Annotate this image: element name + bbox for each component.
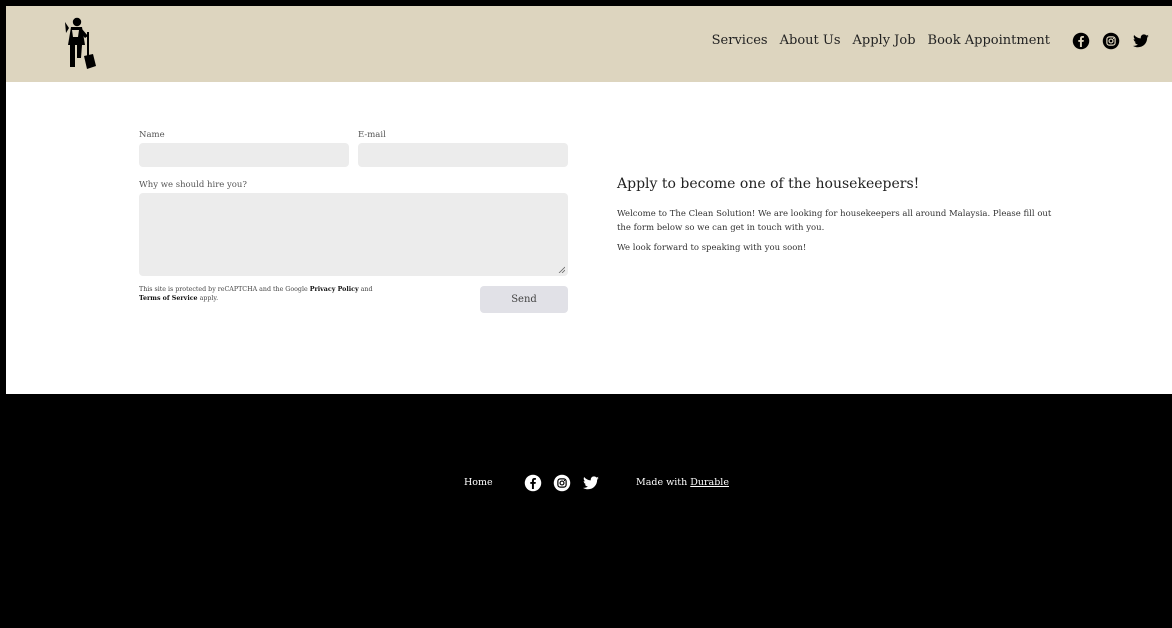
intro-paragraph-1: Welcome to The Clean Solution! We are lo… [617, 209, 1052, 233]
site-header: Services About Us Apply Job Book Appoint… [6, 6, 1172, 82]
footer-facebook-link[interactable] [524, 474, 542, 492]
intro-heading: Apply to become one of the housekeepers! [617, 176, 920, 192]
browser-frame: Services About Us Apply Job Book Appoint… [0, 0, 1172, 628]
twitter-icon [583, 476, 599, 490]
main-section: Name E-mail Why we should hire you? This… [6, 82, 1172, 394]
recaptcha-notice: This site is protected by reCAPTCHA and … [139, 286, 389, 303]
nav-services[interactable]: Services [712, 33, 768, 48]
footer-twitter-link[interactable] [582, 474, 600, 492]
footer-social [524, 474, 600, 492]
privacy-policy-link[interactable]: Privacy Policy [310, 286, 359, 293]
name-label: Name [139, 130, 165, 140]
facebook-link[interactable] [1072, 32, 1090, 50]
header-social [1072, 32, 1150, 50]
facebook-icon [524, 474, 542, 492]
page: Services About Us Apply Job Book Appoint… [6, 6, 1172, 628]
durable-link[interactable]: Durable [690, 477, 729, 488]
instagram-link[interactable] [1102, 32, 1120, 50]
name-input[interactable] [139, 143, 349, 167]
email-input[interactable] [358, 143, 568, 167]
twitter-link[interactable] [1132, 32, 1150, 50]
footer-instagram-link[interactable] [553, 474, 571, 492]
terms-of-service-link[interactable]: Terms of Service [139, 295, 198, 302]
send-button[interactable]: Send [480, 286, 568, 313]
email-label: E-mail [358, 130, 386, 140]
why-hire-label: Why we should hire you? [139, 180, 247, 190]
facebook-icon [1072, 32, 1090, 50]
main-nav: Services About Us Apply Job Book Appoint… [712, 33, 1050, 48]
intro-paragraph-2: We look forward to speaking with you soo… [617, 243, 807, 253]
twitter-icon [1133, 34, 1149, 48]
made-with-text: Made with [636, 477, 688, 488]
housekeeper-logo-icon [65, 17, 96, 69]
site-footer: Home Made with Durable [6, 394, 1172, 628]
why-hire-textarea[interactable] [139, 193, 568, 276]
resize-grip-icon[interactable] [558, 266, 565, 273]
nav-book-appointment[interactable]: Book Appointment [928, 33, 1050, 48]
intro-section: Apply to become one of the housekeepers!… [617, 176, 1057, 261]
nav-about-us[interactable]: About Us [780, 33, 841, 48]
made-with-credit: Made with Durable [636, 477, 729, 488]
nav-apply-job[interactable]: Apply Job [853, 33, 916, 48]
instagram-icon [553, 474, 571, 492]
logo-link[interactable] [58, 16, 102, 72]
recaptcha-apply: apply. [199, 294, 219, 302]
instagram-icon [1102, 32, 1120, 50]
recaptcha-text: This site is protected by reCAPTCHA and … [139, 286, 308, 293]
footer-home-link[interactable]: Home [464, 477, 493, 488]
recaptcha-and: and [360, 286, 373, 293]
